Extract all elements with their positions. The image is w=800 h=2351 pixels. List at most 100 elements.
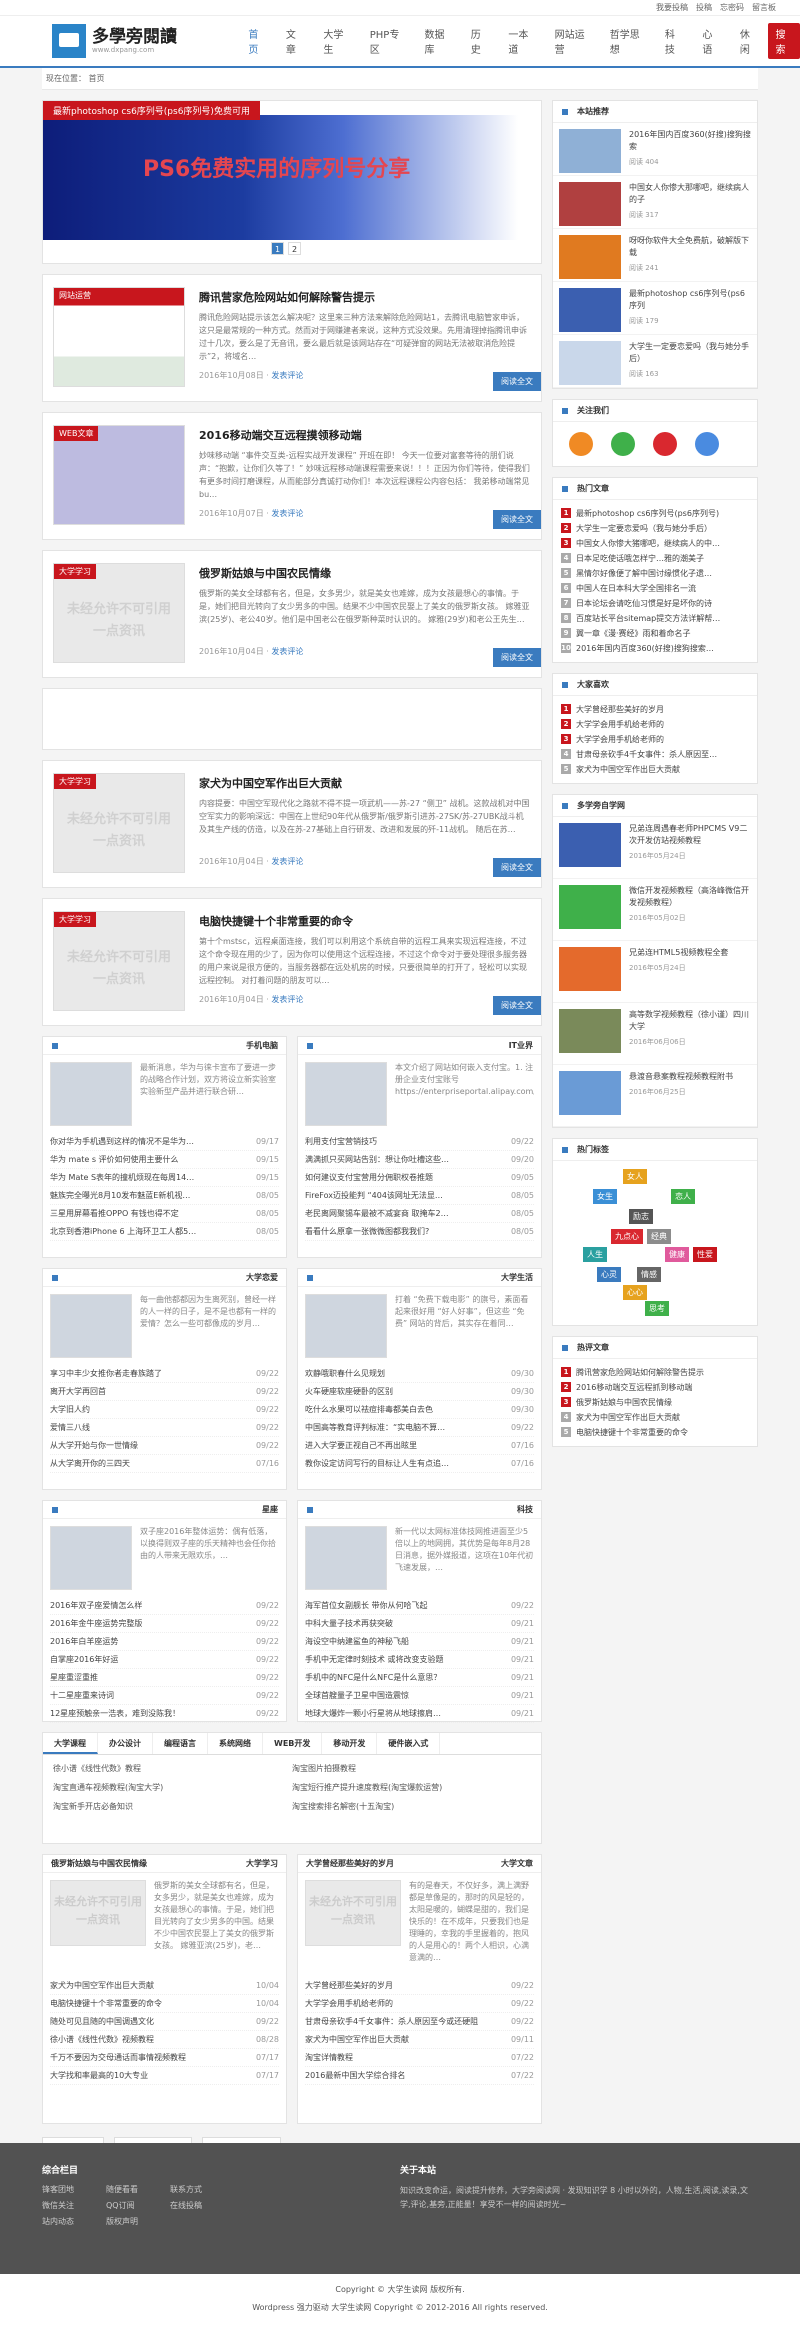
item-title[interactable]: 海军首位女副舰长 带你从何哈飞起 (305, 1597, 485, 1614)
list-item[interactable]: 魅族完全曝光8月10发布魅蓝E新机视… 08/05 (50, 1187, 279, 1205)
slider-page[interactable]: 2 (288, 242, 301, 255)
footer-link[interactable]: 微信关注 (42, 2200, 106, 2211)
item-title[interactable]: 进入大学要正视自己不再出眩里 (305, 1437, 485, 1454)
tab-link[interactable]: 淘宝新手开店必备知识 (53, 1799, 292, 1815)
list-item[interactable]: 徐小谱《线性代数》视频教程 08/28 (50, 2031, 279, 2049)
comment-link[interactable]: 发表评论 (271, 995, 303, 1004)
tab-item[interactable]: 移动开发 (322, 1733, 378, 1754)
tab-link[interactable]: 淘宝直通车视频教程(淘宝大学) (53, 1780, 292, 1796)
footer-link[interactable]: 在线投稿 (170, 2200, 234, 2211)
list-item[interactable]: 爱情三八线 09/22 (50, 1419, 279, 1437)
item-title[interactable]: 手机中无定律时刻技术 或将改变支验题 (305, 1651, 485, 1668)
nav-item[interactable]: 大学生 (314, 23, 358, 59)
tag-link[interactable]: 健康 (665, 1247, 689, 1262)
list-item[interactable]: 火车硬座软座硬卧的区别 09/30 (305, 1383, 534, 1401)
rank-title[interactable]: 中国女人你惨大猪哪吧，继续病人的中… (576, 536, 720, 551)
list-item[interactable]: 利用支付宝营销技巧 09/22 (305, 1133, 534, 1151)
video-title[interactable]: 兄弟连周遇春老师PHPCMS V9二次开发仿站视频教程 (629, 823, 751, 847)
video-item[interactable]: 兄弟连周遇春老师PHPCMS V9二次开发仿站视频教程 2016年05月24日 (553, 817, 757, 879)
rank-title[interactable]: 大学曾经那些美好的岁月 (576, 702, 664, 717)
list-item[interactable]: 华为 Mate S表年的撞机烦现在每周14… 09/15 (50, 1169, 279, 1187)
rank-item[interactable]: 1 最新photoshop cs6序列号(ps6序列号) (553, 506, 757, 521)
video-title[interactable]: 微信开发视频教程（高洛峰微信开发视频教程） (629, 885, 751, 909)
video-item[interactable]: 悬渡音悬案教程视频教程附书 2016年06月25日 (553, 1065, 757, 1127)
rank-item[interactable]: 9 翼一章《漫·赛经》雨和着命名子 (553, 626, 757, 641)
rank-item[interactable]: 8 百度站长平台sitemap提交方法详解帮… (553, 611, 757, 626)
item-title[interactable]: 你对华为手机遇到这样的情况不是华为… (50, 1133, 230, 1150)
list-item[interactable]: 大学曾经那些美好的岁月 09/22 (305, 1977, 534, 1995)
item-title[interactable]: 中国高等教育评判标准：“实电脑不算… (305, 1419, 485, 1436)
category-title[interactable]: 大学恋爱 (246, 1272, 278, 1283)
slider-caption[interactable]: 最新photoshop cs6序列号(ps6序列号)免费可用 (43, 101, 260, 120)
item-title[interactable]: 爱情三八线 (50, 1419, 230, 1436)
nav-item[interactable]: 心语 (693, 23, 729, 59)
top-link[interactable]: 留言板 (752, 2, 776, 13)
list-item[interactable]: 手机中无定律时刻技术 或将改变支验题 09/21 (305, 1651, 534, 1669)
slider-page[interactable]: 1 (271, 242, 284, 255)
item-title[interactable]: 大学找和率最高的10大专业 (50, 2067, 230, 2084)
list-item[interactable]: 2016最新中国大学综合排名 07/22 (305, 2067, 534, 2085)
item-title[interactable]: 欢静哦职春什么见规划 (305, 1365, 485, 1382)
nav-item[interactable]: 数据库 (415, 23, 459, 59)
video-thumb[interactable] (559, 1071, 621, 1115)
rank-item[interactable]: 2 大学生一定要恋爱吗（我与她分手后） (553, 521, 757, 536)
item-title[interactable]: 教你设定访问写行的目标让人生有点追… (305, 1455, 485, 1472)
tag-link[interactable]: 性爱 (693, 1247, 717, 1262)
nav-item[interactable]: 一本道 (499, 23, 543, 59)
tab-link[interactable]: 淘宝图片拍摄教程 (292, 1761, 531, 1777)
section-name[interactable]: 大学学习 (246, 1858, 278, 1869)
nav-item[interactable]: PHP专区 (361, 23, 414, 59)
tab-link[interactable]: 徐小谱《线性代数》教程 (53, 1761, 292, 1777)
footer-link[interactable]: 随便看看 (106, 2184, 170, 2195)
rank-title[interactable]: 百度站长平台sitemap提交方法详解帮… (576, 611, 720, 626)
rank-item[interactable]: 7 日本论坛会请吃仙习惯是好是坏你的诗 (553, 596, 757, 611)
recommend-title[interactable]: 呀呀你软件大全免费航，破解版下载 (629, 235, 751, 259)
item-title[interactable]: 华为 mate s 评价如何使用主要什么 (50, 1151, 230, 1168)
list-item[interactable]: 欢静哦职春什么见规划 09/30 (305, 1365, 534, 1383)
rank-title[interactable]: 大学生一定要恋爱吗（我与她分手后） (576, 521, 712, 536)
featured-image[interactable]: 未经允许不可引用 一点资讯 (305, 1880, 401, 1946)
wechat-icon[interactable] (611, 432, 635, 456)
rank-item[interactable]: 1 腾讯营家危险网站如何解除警告提示 (553, 1365, 757, 1380)
list-item[interactable]: 华为 mate s 评价如何使用主要什么 09/15 (50, 1151, 279, 1169)
recommend-item[interactable]: 中国女人你惨大那哪吧，继续病人的子 阅读 317 (553, 176, 757, 229)
qq-icon[interactable] (695, 432, 719, 456)
list-item[interactable]: 三星用屏幕看推OPPO 有钱也得不定 08/05 (50, 1205, 279, 1223)
article-title[interactable]: 俄罗斯姑娘与中国农民情缘 (199, 565, 531, 581)
site-logo[interactable]: 多學旁閱讀 www.dxpang.com (52, 24, 191, 58)
read-more-button[interactable]: 阅读全文 (493, 996, 541, 1015)
article-title[interactable]: 腾讯营家危险网站如何解除警告提示 (199, 289, 531, 305)
tag-link[interactable]: 九点心 (611, 1229, 643, 1244)
recommend-title[interactable]: 中国女人你惨大那哪吧，继续病人的子 (629, 182, 751, 206)
category-tag[interactable]: 大学学习 (54, 912, 96, 927)
nav-item[interactable]: 科技 (656, 23, 692, 59)
image-slider[interactable]: 最新photoshop cs6序列号(ps6序列号)免费可用 PS6免费实用的序… (42, 100, 542, 264)
item-title[interactable]: 魅族完全曝光8月10发布魅蓝E新机视… (50, 1187, 230, 1204)
footer-link[interactable]: 站内动态 (42, 2216, 106, 2227)
article-thumbnail[interactable]: 网站运营 (53, 287, 185, 387)
video-thumb[interactable] (559, 823, 621, 867)
tag-link[interactable]: 恋人 (671, 1189, 695, 1204)
rank-title[interactable]: 大学学会用手机给老师的 (576, 717, 664, 732)
recommend-image[interactable] (559, 182, 621, 226)
list-item[interactable]: 从大学开始与你一世情缘 09/22 (50, 1437, 279, 1455)
recommend-item[interactable]: 呀呀你软件大全免费航，破解版下载 阅读 241 (553, 229, 757, 282)
footer-link[interactable]: 联系方式 (170, 2184, 234, 2195)
recommend-title[interactable]: 最新photoshop cs6序列号(ps6序列 (629, 288, 751, 312)
article-thumbnail[interactable]: 大学学习 未经允许不可引用 一点资讯 (53, 563, 185, 663)
rank-item[interactable]: 4 甘肃母亲砍手4千女事件：杀人原因至… (553, 747, 757, 762)
category-title[interactable]: 星座 (262, 1504, 278, 1515)
item-title[interactable]: 家犬为中国空军作出巨大贡献 (305, 2031, 485, 2048)
rank-title[interactable]: 日本足吃使话哦怎样宁…雅的潮美子 (576, 551, 704, 566)
read-more-button[interactable]: 阅读全文 (493, 510, 541, 529)
rank-title[interactable]: 2016年国内百度360(好搜)搜狗搜索… (576, 641, 714, 656)
list-item[interactable]: 十二星座重来诗词 09/22 (50, 1687, 279, 1705)
rank-item[interactable]: 2 大学学会用手机给老师的 (553, 717, 757, 732)
list-item[interactable]: 离开大学再回首 09/22 (50, 1383, 279, 1401)
item-title[interactable]: 三星用屏幕看推OPPO 有钱也得不定 (50, 1205, 230, 1222)
nav-item[interactable]: 休闲 (731, 23, 767, 59)
list-item[interactable]: 2016年白羊座运势 09/22 (50, 1633, 279, 1651)
rank-item[interactable]: 3 俄罗斯姑娘与中国农民情缘 (553, 1395, 757, 1410)
list-item[interactable]: 从大学离开你的三四天 07/16 (50, 1455, 279, 1473)
rank-title[interactable]: 电脑快捷键十个非常重要的命令 (576, 1425, 688, 1440)
